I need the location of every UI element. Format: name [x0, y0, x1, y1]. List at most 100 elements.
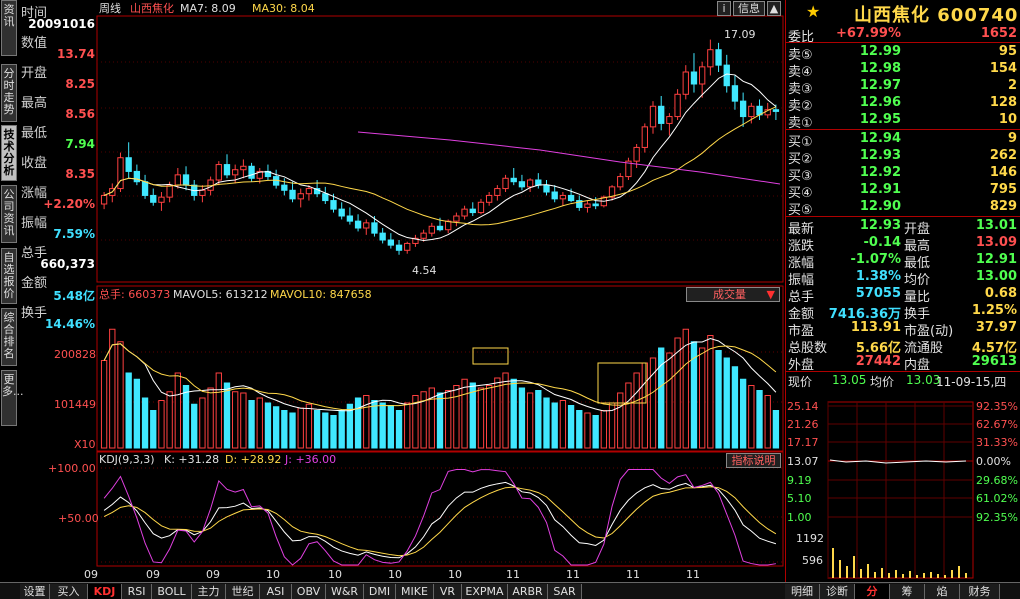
- ask-row-1[interactable]: 卖④ 12.98 154: [786, 61, 1020, 80]
- candle-body-57: [567, 194, 575, 202]
- tab-8[interactable]: OBV: [292, 584, 326, 599]
- volume-bar-13: [207, 387, 214, 449]
- x-axis-label-0: 09: [84, 568, 98, 581]
- volume-indicator-select[interactable]: 成交量 ▼: [686, 287, 780, 302]
- volume-bar-70: [674, 337, 681, 449]
- tab-13[interactable]: EXPMA: [462, 584, 508, 599]
- mavol5-label: MAVOL5: 613212: [173, 288, 268, 301]
- candle-body-12: [199, 189, 206, 196]
- tab-4[interactable]: BOLL: [152, 584, 192, 599]
- stat-value-2: 1.25%: [971, 303, 1017, 318]
- mini-intraday-chart[interactable]: 25.14 92.35% 21.26 62.67% 17.17 31.33% 13.07 0.…: [786, 400, 1020, 580]
- right-tab-0[interactable]: 明细: [785, 584, 820, 599]
- bid-volume: 795: [989, 182, 1017, 197]
- bid-row-2[interactable]: 买③ 12.92 146: [786, 165, 1020, 184]
- candle-body-48: [494, 188, 501, 196]
- tab-7[interactable]: ASI: [260, 584, 292, 599]
- info-button[interactable]: 信息: [733, 1, 765, 16]
- tab-3[interactable]: RSI: [122, 584, 152, 599]
- tab-6[interactable]: 世纪: [226, 584, 260, 599]
- tab-14[interactable]: ARBR: [508, 584, 548, 599]
- star-icon[interactable]: ★: [806, 2, 820, 21]
- candle-body-73: [699, 66, 706, 85]
- tab-12[interactable]: VR: [434, 584, 462, 599]
- tab-15[interactable]: SAR: [548, 584, 582, 599]
- right-tab-1[interactable]: 诊断: [820, 584, 855, 599]
- bid-volume: 9: [1007, 131, 1017, 146]
- volume-bar-11: [191, 403, 198, 449]
- bid-row-1[interactable]: 买② 12.93 262: [786, 148, 1020, 167]
- kdj-j-value: J: +36.00: [284, 453, 336, 466]
- x-axis-labels: 09 09 09 10 10 10 10 11 11 11 11: [84, 568, 700, 581]
- kdj-lines: [103, 469, 777, 566]
- tab-0[interactable]: 设置: [20, 584, 50, 599]
- mini-left-tick-1: 21.26: [787, 418, 819, 431]
- candle-body-44: [461, 208, 468, 217]
- right-tab-3[interactable]: 筹: [890, 584, 925, 599]
- bid-row-4[interactable]: 买⑤ 12.90 829: [786, 199, 1020, 218]
- volume-bar-55: [551, 402, 558, 449]
- kdj-panel-frame: [96, 451, 784, 567]
- stat-row-0: 最新 12.93 开盘 13.01: [786, 218, 1020, 237]
- ask-row-0[interactable]: 卖⑤ 12.99 95: [786, 44, 1020, 63]
- volume-bar-1: [109, 328, 116, 449]
- ask-row-3[interactable]: 卖② 12.96 128: [786, 95, 1020, 114]
- stat-value-1: -1.07%: [850, 252, 902, 267]
- mini-vol-bar-5: [867, 564, 869, 578]
- volume-bar-31: [354, 397, 362, 449]
- volume-bar-77: [731, 366, 739, 449]
- info-i-button[interactable]: i: [717, 1, 731, 16]
- candle-body-27: [322, 193, 329, 202]
- kdj-d-line: [103, 486, 777, 557]
- bid-row-3[interactable]: 买④ 12.91 795: [786, 182, 1020, 201]
- volume-bar-81: [764, 395, 771, 449]
- volume-bar-24: [297, 407, 304, 449]
- candle-body-65: [633, 146, 640, 162]
- right-tab-2[interactable]: 分: [855, 584, 890, 599]
- ask-row-4[interactable]: 卖① 12.95 10: [786, 112, 1020, 131]
- expand-button[interactable]: ▲: [767, 1, 781, 16]
- volume-bar-33: [371, 400, 378, 449]
- volume-bar-80: [756, 390, 763, 449]
- ma7-label: MA7: 8.09: [180, 2, 236, 15]
- mini-right-tick-5: 61.02%: [976, 492, 1018, 505]
- ask-row-2[interactable]: 卖③ 12.97 2: [786, 78, 1020, 97]
- main-chart-area[interactable]: 周线 山西焦化 MA7: 8.09 MA30: 8.04 17.09 4.54 …: [0, 0, 785, 599]
- volume-bar-26: [313, 410, 321, 449]
- right-tab-4[interactable]: 焰: [925, 584, 960, 599]
- volume-total-label: 总手: 660373: [99, 287, 170, 301]
- mini-vol-bar-12: [916, 575, 918, 578]
- ask-price: 12.95: [859, 112, 901, 127]
- info-value-9: 5.48亿: [53, 289, 95, 303]
- tab-11[interactable]: MIKE: [396, 584, 434, 599]
- volume-bar-34: [379, 402, 386, 449]
- tab-2[interactable]: KDJ: [88, 584, 122, 599]
- volume-bar-29: [338, 410, 345, 449]
- info-label-10: 换手: [21, 306, 48, 321]
- volume-bar-48: [494, 377, 501, 449]
- tab-1[interactable]: 买入: [50, 584, 88, 599]
- weibi-pct: +67.99%: [835, 26, 901, 41]
- candle-body-10: [182, 174, 190, 186]
- volume-bar-0: [100, 360, 108, 449]
- candle-body-22: [281, 184, 288, 191]
- volume-bar-4: [133, 378, 141, 449]
- tab-10[interactable]: DMI: [364, 584, 396, 599]
- quote-date: 11-09-15,四: [936, 375, 1007, 389]
- mini-vol-bar-8: [888, 573, 890, 578]
- mini-frame: [827, 401, 974, 579]
- info-value-2: 8.25: [65, 77, 95, 91]
- tab-5[interactable]: 主力: [192, 584, 226, 599]
- volume-tick-101449: 101449: [54, 398, 96, 411]
- bid-row-0[interactable]: 买① 12.94 9: [786, 131, 1020, 150]
- stat-value-1: 12.93: [859, 218, 901, 233]
- volume-bar-12: [199, 397, 206, 449]
- mini-vol-bar-13: [923, 573, 925, 578]
- tab-9[interactable]: W&R: [326, 584, 364, 599]
- right-tab-5[interactable]: 财务: [960, 584, 1000, 599]
- indicator-help-button[interactable]: 指标说明: [726, 453, 781, 468]
- candle-body-71: [682, 71, 689, 95]
- candle-body-9: [174, 174, 181, 186]
- volume-bar-52: [526, 392, 534, 449]
- max-price-label: 17.09: [724, 28, 756, 41]
